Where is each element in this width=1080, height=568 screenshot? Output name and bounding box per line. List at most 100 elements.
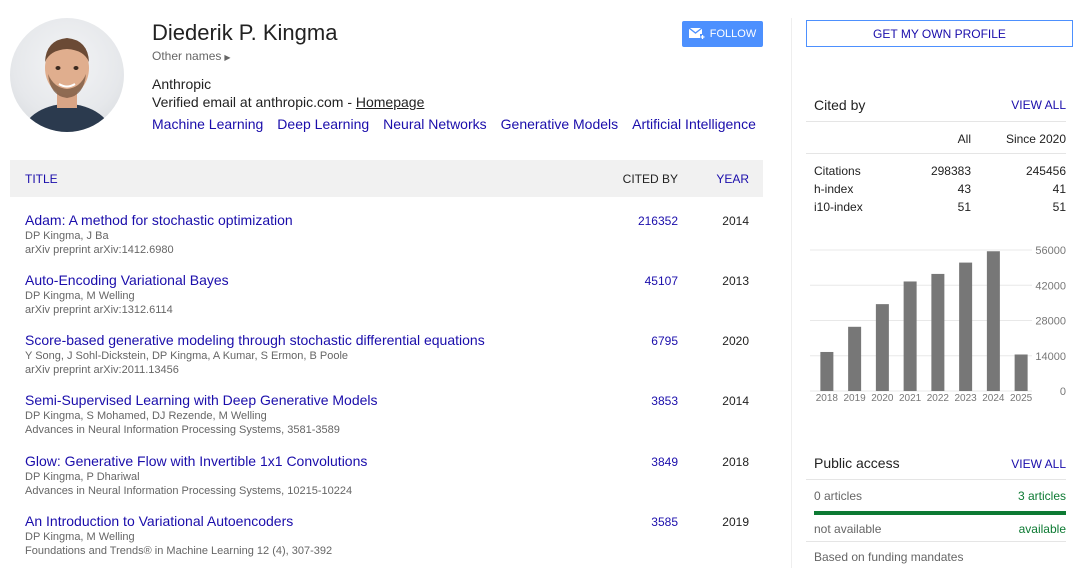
y-tick-label: 42000	[1035, 280, 1066, 292]
chart-bar-2025[interactable]	[1014, 354, 1028, 391]
column-divider	[791, 18, 792, 568]
available-label: available	[1018, 522, 1066, 536]
article-authors: DP Kingma, S Mohamed, DJ Rezende, M Well…	[25, 410, 267, 422]
cited-by-link[interactable]: 3849	[651, 455, 678, 469]
article-year: 2013	[722, 274, 749, 288]
article-venue: Advances in Neural Information Processin…	[25, 424, 340, 436]
article-year: 2014	[722, 214, 749, 228]
cited-by-view-all[interactable]: VIEW ALL	[1011, 98, 1066, 112]
cited-by-link[interactable]: 6795	[651, 334, 678, 348]
interest-link[interactable]: Artificial Intelligence	[632, 116, 756, 132]
metric-since: 41	[1052, 182, 1066, 196]
profile-name: Diederik P. Kingma	[152, 20, 338, 45]
metric-since: 51	[1052, 200, 1066, 214]
interest-link[interactable]: Deep Learning	[277, 116, 369, 132]
article-title-link[interactable]: Auto-Encoding Variational Bayes	[25, 272, 229, 288]
table-row: An Introduction to Variational Autoencod…	[10, 513, 763, 568]
y-tick-label: 0	[1060, 386, 1066, 398]
divider	[806, 541, 1066, 542]
metric-all: 43	[957, 182, 971, 196]
chart-bar-2019[interactable]	[848, 326, 862, 391]
article-title-link[interactable]: Adam: A method for stochastic optimizati…	[25, 212, 293, 228]
x-tick-label: 2024	[982, 393, 1005, 404]
article-venue: arXiv preprint arXiv:2011.13456	[25, 364, 179, 376]
chart-bar-2021[interactable]	[903, 281, 917, 391]
citations-per-year-chart: 56000 42000 28000 14000 0 2018 2019 2020 2021 202…	[810, 245, 1066, 404]
metric-all: 298383	[930, 164, 971, 178]
interest-link[interactable]: Machine Learning	[152, 116, 263, 132]
article-authors: Y Song, J Sohl-Dickstein, DP Kingma, A K…	[25, 350, 349, 362]
table-row: Auto-Encoding Variational Bayes DP Kingm…	[10, 272, 763, 332]
verified-email: Verified email at anthropic.com - Homepa…	[152, 94, 424, 110]
metric-row: Citations 298383 245456	[806, 164, 1066, 182]
chart-bar-2018[interactable]	[820, 351, 834, 391]
public-access-view-all[interactable]: VIEW ALL	[1011, 457, 1066, 471]
y-tick-label: 28000	[1035, 316, 1066, 328]
metric-label: i10-index	[814, 200, 863, 214]
metric-all: 51	[957, 200, 971, 214]
metric-row: h-index 43 41	[806, 182, 1066, 200]
homepage-link[interactable]: Homepage	[356, 94, 425, 110]
table-row: Score-based generative modeling through …	[10, 332, 763, 392]
x-tick-label: 2025	[1010, 393, 1033, 404]
article-authors: DP Kingma, M Welling	[25, 290, 135, 302]
article-venue: Advances in Neural Information Processin…	[25, 485, 353, 497]
articles-table-header: TITLE CITED BY YEAR	[10, 160, 763, 197]
funding-mandates-note: Based on funding mandates	[814, 550, 964, 564]
available-count[interactable]: 3 articles	[1018, 489, 1066, 503]
article-title-link[interactable]: Semi-Supervised Learning with Deep Gener…	[25, 392, 378, 408]
cited-by-header: Cited by VIEW ALL	[806, 96, 1073, 116]
not-available-label: not available	[814, 522, 882, 536]
other-names-toggle[interactable]: Other names ▶	[152, 49, 231, 63]
interest-link[interactable]: Generative Models	[501, 116, 619, 132]
col-since-header: Since 2020	[1005, 132, 1066, 146]
public-access-header: Public access VIEW ALL	[806, 455, 1073, 475]
article-title-link[interactable]: Score-based generative modeling through …	[25, 332, 485, 348]
x-tick-label: 2018	[816, 393, 839, 404]
other-names-label: Other names	[152, 49, 222, 63]
cited-by-link[interactable]: 45107	[645, 274, 678, 288]
chart-bar-2024[interactable]	[986, 251, 1000, 391]
y-tick-label: 14000	[1035, 351, 1066, 363]
metric-label: Citations	[814, 164, 861, 178]
cited-by-link[interactable]: 3853	[651, 394, 678, 408]
chart-bar-2023[interactable]	[959, 262, 973, 391]
metric-label: h-index	[814, 182, 854, 196]
x-tick-label: 2023	[955, 393, 978, 404]
article-venue: arXiv preprint arXiv:1412.6980	[25, 244, 174, 256]
citation-metrics: All Since 2020 Citations 298383 245456 h…	[806, 130, 1066, 218]
public-access-heading: Public access	[814, 455, 900, 471]
get-own-profile-button[interactable]: GET MY OWN PROFILE	[806, 20, 1073, 47]
profile-avatar	[10, 18, 124, 132]
follow-button[interactable]: FOLLOW	[682, 21, 763, 47]
sort-by-year[interactable]: YEAR	[716, 172, 749, 186]
article-year: 2020	[722, 334, 749, 348]
cited-by-header: CITED BY	[622, 172, 678, 186]
article-authors: DP Kingma, J Ba	[25, 230, 109, 242]
article-authors: DP Kingma, P Dhariwal	[25, 471, 140, 483]
article-title-link[interactable]: An Introduction to Variational Autoencod…	[25, 513, 293, 529]
metric-since: 245456	[1025, 164, 1066, 178]
sort-by-title[interactable]: TITLE	[25, 172, 58, 186]
chart-bar-2020[interactable]	[875, 304, 889, 391]
public-access-bar	[814, 511, 1066, 515]
article-year: 2019	[722, 515, 749, 529]
interest-link[interactable]: Neural Networks	[383, 116, 486, 132]
verified-email-text: Verified email at anthropic.com -	[152, 94, 356, 110]
table-row: Adam: A method for stochastic optimizati…	[10, 212, 763, 272]
col-all-header: All	[957, 132, 971, 146]
y-tick-label: 56000	[1035, 245, 1066, 257]
table-row: Semi-Supervised Learning with Deep Gener…	[10, 392, 763, 452]
cited-by-link[interactable]: 3585	[651, 515, 678, 529]
divider	[806, 121, 1066, 122]
cited-by-link[interactable]: 216352	[638, 214, 678, 228]
chart-bar-2022[interactable]	[931, 273, 945, 391]
affiliation: Anthropic	[152, 76, 212, 92]
follow-label: FOLLOW	[709, 28, 757, 40]
x-tick-label: 2021	[899, 393, 922, 404]
article-title-link[interactable]: Glow: Generative Flow with Invertible 1x…	[25, 453, 367, 469]
divider	[806, 153, 1066, 154]
article-venue: Foundations and Trends® in Machine Learn…	[25, 545, 333, 557]
not-available-count[interactable]: 0 articles	[814, 489, 862, 503]
x-tick-label: 2022	[927, 393, 950, 404]
